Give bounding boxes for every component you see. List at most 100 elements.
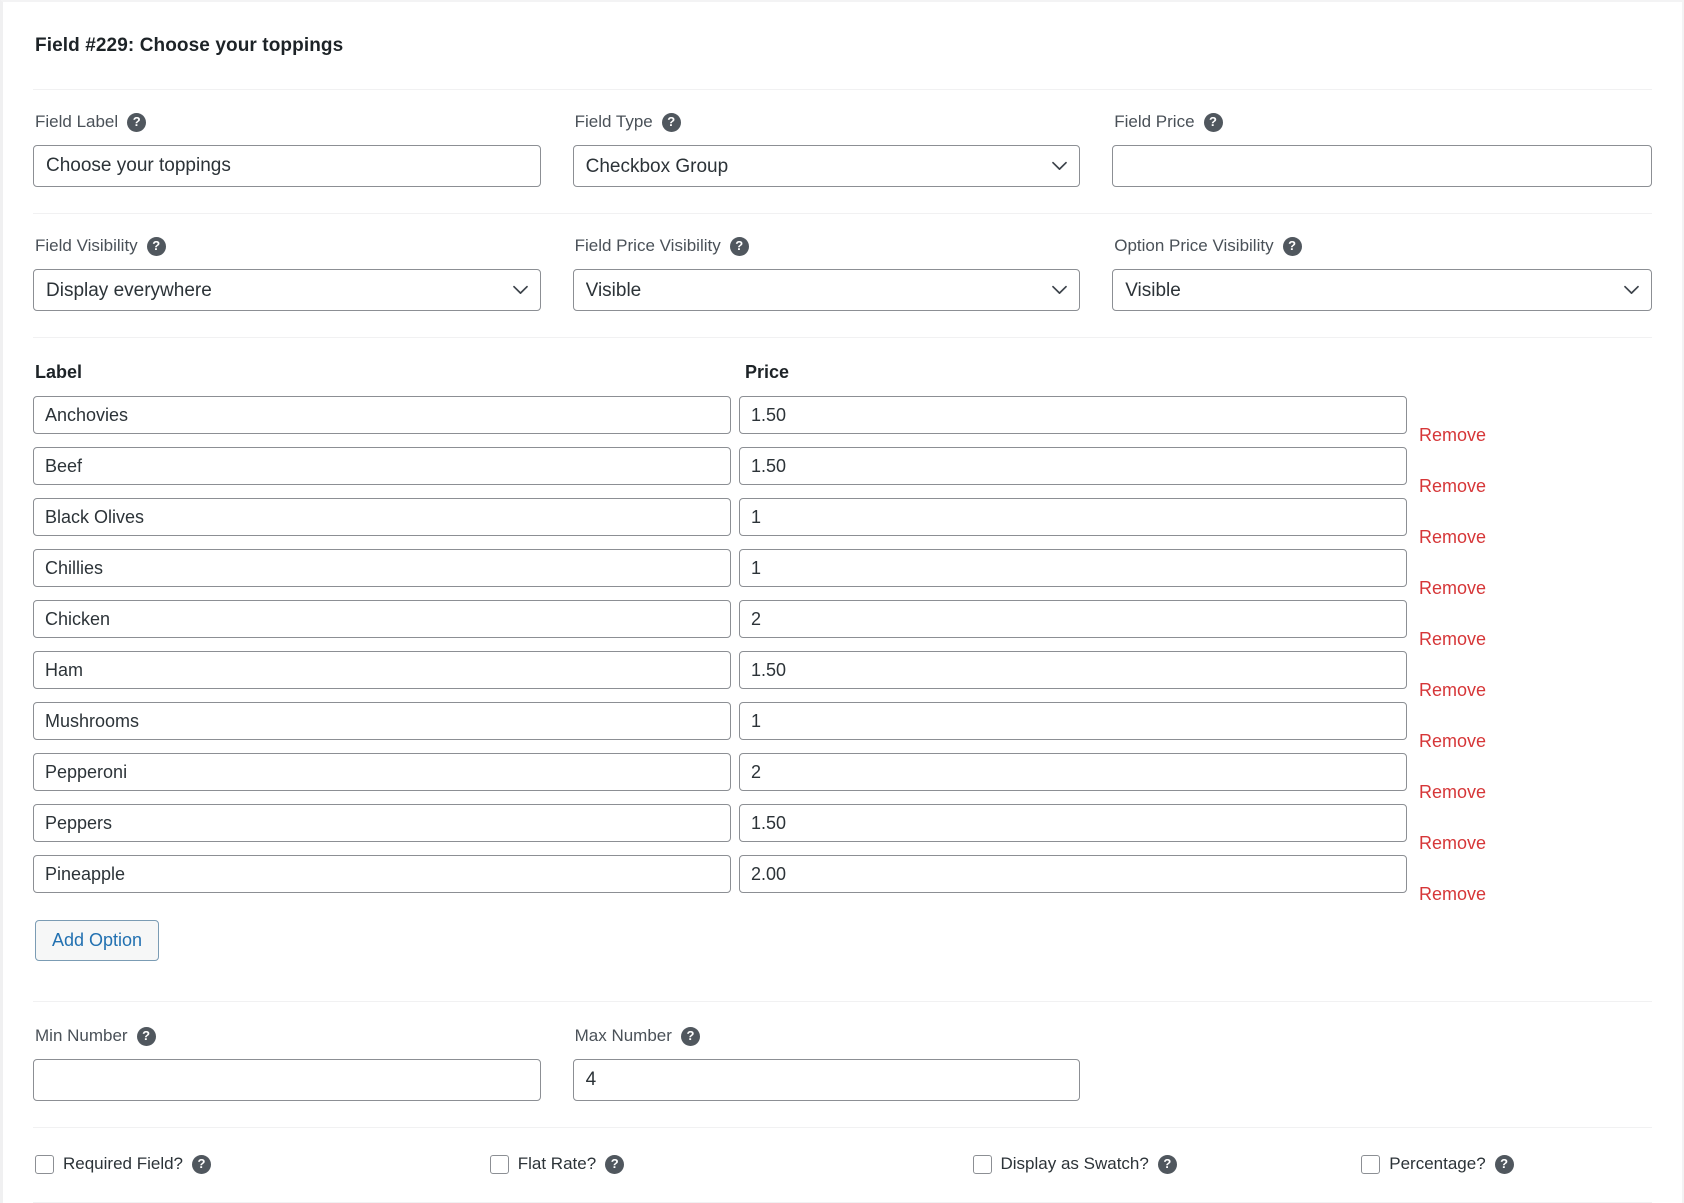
option-label-cell xyxy=(33,753,739,791)
field-visibility-select-wrap: Display everywhere xyxy=(33,269,541,311)
option-price-cell xyxy=(739,651,1415,689)
option-label-input[interactable] xyxy=(33,396,731,434)
field-visibility-text: Field Visibility xyxy=(35,236,138,255)
help-icon[interactable]: ? xyxy=(127,112,147,132)
field-visibility-caption: Field Visibility ? xyxy=(35,236,541,256)
help-icon[interactable]: ? xyxy=(1282,236,1302,256)
field-label-caption: Field Label ? xyxy=(35,112,541,132)
option-price-input[interactable] xyxy=(739,498,1407,536)
remove-option-link[interactable]: Remove xyxy=(1419,630,1486,648)
field-label-text: Field Label xyxy=(35,112,119,131)
option-price-cell xyxy=(739,702,1415,740)
option-label-cell xyxy=(33,447,739,485)
remove-option-link[interactable]: Remove xyxy=(1419,834,1486,852)
option-remove-cell: Remove xyxy=(1415,804,1486,852)
option-label-cell xyxy=(33,651,739,689)
option-price-input[interactable] xyxy=(739,549,1407,587)
option-price-input[interactable] xyxy=(739,855,1407,893)
remove-option-link[interactable]: Remove xyxy=(1419,732,1486,750)
field-price-text: Field Price xyxy=(1114,112,1195,131)
help-icon[interactable]: ? xyxy=(1203,112,1223,132)
min-number-input[interactable] xyxy=(33,1059,541,1101)
max-number-group: Max Number ? xyxy=(572,1026,1113,1101)
help-icon[interactable]: ? xyxy=(136,1026,156,1046)
remove-option-link[interactable]: Remove xyxy=(1419,426,1486,444)
toggles-row: Required Field?? Flat Rate?? Display as Sw… xyxy=(33,1128,1652,1202)
option-label-input[interactable] xyxy=(33,804,731,842)
option-price-input[interactable] xyxy=(739,804,1407,842)
remove-option-link[interactable]: Remove xyxy=(1419,579,1486,597)
help-icon[interactable]: ? xyxy=(1494,1154,1514,1174)
remove-option-link[interactable]: Remove xyxy=(1419,885,1486,903)
option-remove-cell: Remove xyxy=(1415,549,1486,597)
option-label-input[interactable] xyxy=(33,855,731,893)
field-price-input[interactable] xyxy=(1112,145,1652,187)
option-label-input[interactable] xyxy=(33,753,731,791)
table-row: Remove xyxy=(33,651,1652,699)
add-option-wrap: Add Option xyxy=(33,906,1652,961)
option-price-visibility-text: Option Price Visibility xyxy=(1114,236,1274,255)
field-price-visibility-select[interactable]: Visible xyxy=(572,269,1081,311)
remove-option-link[interactable]: Remove xyxy=(1419,477,1486,495)
help-icon[interactable]: ? xyxy=(729,236,749,256)
option-label-input[interactable] xyxy=(33,702,731,740)
checkbox-flat-rate[interactable] xyxy=(489,1154,509,1174)
field-visibility-select[interactable]: Display everywhere xyxy=(33,269,541,311)
checkbox-required-field[interactable] xyxy=(35,1154,54,1174)
table-row: Remove xyxy=(33,753,1652,801)
field-type-group: Field Type ? Checkbox Group xyxy=(572,112,1113,187)
option-label-cell xyxy=(33,396,739,434)
help-icon[interactable]: ? xyxy=(146,236,166,256)
option-label-input[interactable] xyxy=(33,600,731,638)
option-price-input[interactable] xyxy=(739,702,1407,740)
help-icon[interactable]: ? xyxy=(661,112,681,132)
toggle-cell: Flat Rate?? xyxy=(438,1154,843,1174)
min-number-caption: Min Number ? xyxy=(35,1026,541,1046)
option-remove-cell: Remove xyxy=(1415,600,1486,648)
remove-option-link[interactable]: Remove xyxy=(1419,681,1486,699)
toggle-label: Required Field? xyxy=(63,1154,184,1173)
option-remove-cell: Remove xyxy=(1415,855,1486,903)
option-remove-cell: Remove xyxy=(1415,498,1486,546)
option-price-cell xyxy=(739,600,1415,638)
options-section: Label Price Remove Remove Remove Remove Remo… xyxy=(33,338,1652,961)
help-icon[interactable]: ? xyxy=(680,1026,700,1046)
remove-option-link[interactable]: Remove xyxy=(1419,528,1486,546)
field-type-select[interactable]: Checkbox Group xyxy=(572,145,1081,187)
option-price-input[interactable] xyxy=(739,396,1407,434)
toggle-cell: Display as Swatch?? xyxy=(843,1154,1248,1174)
empty-cell xyxy=(1112,1026,1652,1101)
checkbox-percentage[interactable] xyxy=(1361,1154,1381,1174)
option-label-input[interactable] xyxy=(33,651,731,689)
option-price-input[interactable] xyxy=(739,651,1407,689)
table-row: Remove xyxy=(33,702,1652,750)
option-price-input[interactable] xyxy=(739,753,1407,791)
option-price-input[interactable] xyxy=(739,600,1407,638)
field-label-input[interactable] xyxy=(33,145,541,187)
column-header-price: Price xyxy=(745,362,790,382)
option-label-input[interactable] xyxy=(33,549,731,587)
option-label-input[interactable] xyxy=(33,498,731,536)
option-price-cell xyxy=(739,753,1415,791)
add-option-button[interactable]: Add Option xyxy=(35,920,160,961)
option-price-cell xyxy=(739,396,1415,434)
option-price-visibility-select[interactable]: Visible xyxy=(1112,269,1652,311)
option-label-cell xyxy=(33,549,739,587)
help-icon[interactable]: ? xyxy=(192,1154,212,1174)
max-number-input[interactable] xyxy=(572,1059,1081,1101)
toggle-cell: Percentage?? xyxy=(1247,1154,1652,1174)
option-price-visibility-caption: Option Price Visibility ? xyxy=(1114,236,1652,256)
page-title: Field #229: Choose your toppings xyxy=(35,35,344,56)
column-header-label: Label xyxy=(35,362,83,382)
checkbox-display-as-swatch[interactable] xyxy=(972,1154,992,1174)
help-icon[interactable]: ? xyxy=(1157,1154,1177,1174)
number-limits-row: Min Number ? Max Number ? xyxy=(33,1002,1652,1127)
option-remove-cell: Remove xyxy=(1415,396,1486,444)
option-price-input[interactable] xyxy=(739,447,1407,485)
table-row: Remove xyxy=(33,549,1652,597)
remove-option-link[interactable]: Remove xyxy=(1419,783,1486,801)
option-label-input[interactable] xyxy=(33,447,731,485)
option-price-cell xyxy=(739,447,1415,485)
option-label-cell xyxy=(33,804,739,842)
help-icon[interactable]: ? xyxy=(605,1154,625,1174)
